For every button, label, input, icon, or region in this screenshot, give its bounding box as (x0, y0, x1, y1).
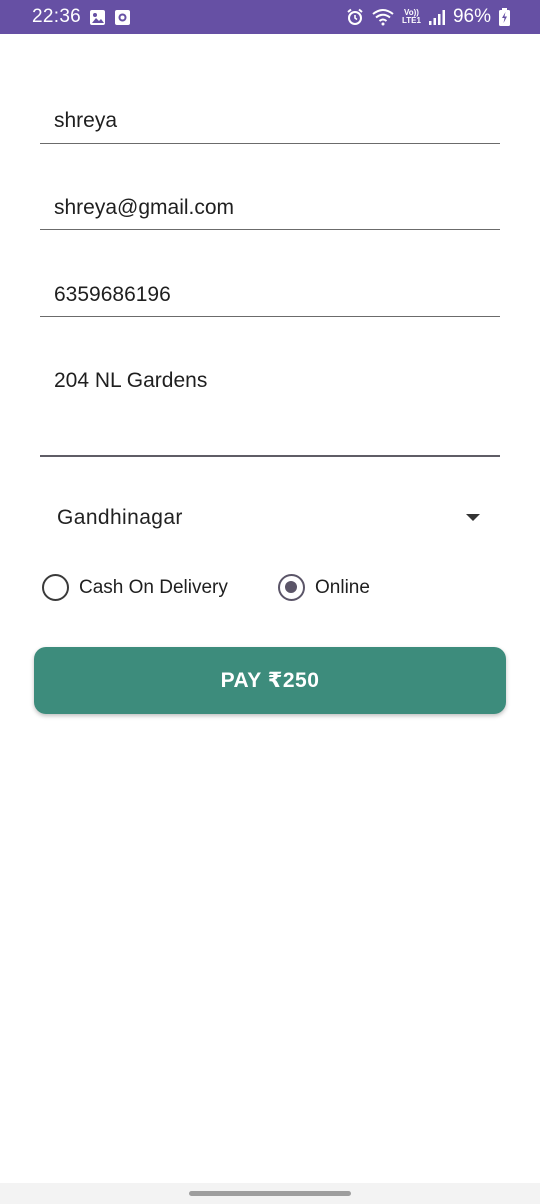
online-radio[interactable]: Online (278, 574, 370, 601)
online-label: Online (315, 576, 370, 598)
email-value: shreya@gmail.com (54, 196, 235, 219)
gallery-icon (89, 9, 106, 26)
wifi-icon (372, 8, 394, 26)
address-field[interactable]: 204 NL Gardens (40, 360, 500, 457)
pay-button[interactable]: PAY ₹250 (34, 647, 506, 714)
status-right: Vo)) LTE1 96% (346, 6, 510, 28)
city-selected-value: Gandhinagar (57, 506, 183, 529)
cash-on-delivery-radio[interactable]: Cash On Delivery (42, 574, 228, 601)
radio-unchecked-icon (42, 574, 69, 601)
cash-on-delivery-label: Cash On Delivery (79, 576, 228, 598)
status-time: 22:36 (32, 6, 82, 27)
city-dropdown[interactable]: Gandhinagar (40, 496, 500, 542)
battery-percentage: 96% (452, 6, 491, 27)
lte-label: LTE1 (402, 16, 421, 25)
volte-lte-indicator: Vo)) LTE1 (402, 9, 421, 25)
app-notification-icon (114, 9, 131, 26)
name-field[interactable]: shreya (40, 100, 500, 144)
phone-value: 6359686196 (54, 283, 171, 306)
status-bar: 22:36 Vo)) LTE1 96% (0, 0, 540, 34)
home-gesture-handle[interactable] (189, 1191, 351, 1196)
navigation-bar (0, 1183, 540, 1204)
phone-field[interactable]: 6359686196 (40, 273, 500, 317)
checkout-screen: 22:36 Vo)) LTE1 96% shreya shreya@gmail.… (0, 0, 540, 1204)
name-value: shreya (54, 109, 118, 132)
dropdown-arrow-icon (466, 514, 480, 521)
payment-method-group: Cash On Delivery Online (40, 574, 500, 610)
signal-icon (428, 9, 445, 25)
alarm-icon (346, 8, 364, 26)
status-left: 22:36 (32, 6, 131, 28)
email-field[interactable]: shreya@gmail.com (40, 187, 500, 230)
battery-charging-icon (499, 8, 510, 26)
address-value: 204 NL Gardens (54, 369, 208, 392)
radio-checked-icon (278, 574, 305, 601)
